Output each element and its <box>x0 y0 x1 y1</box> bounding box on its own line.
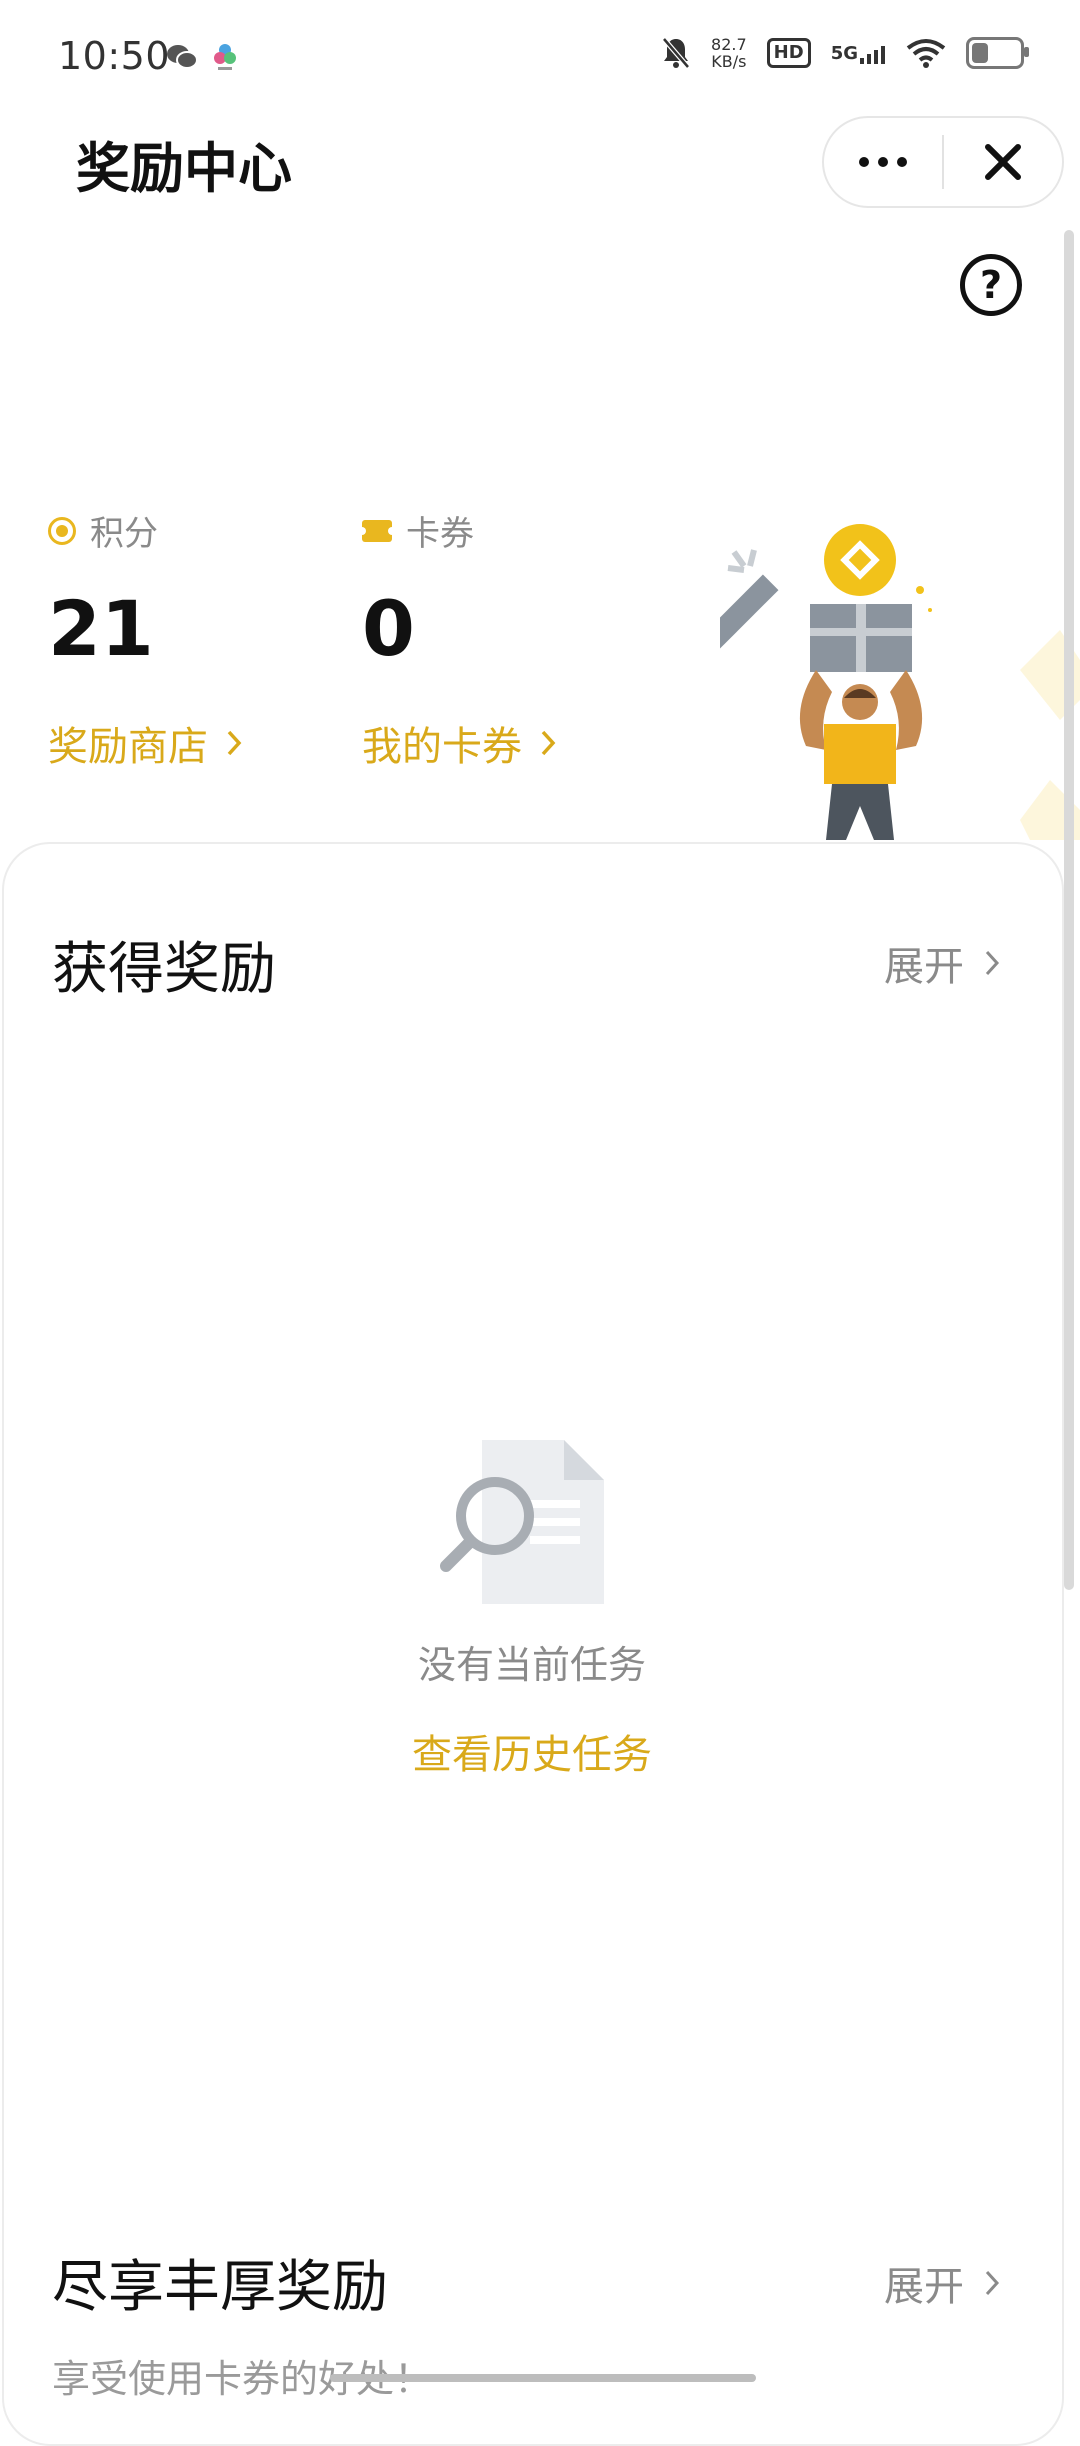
net-speed-unit: KB/s <box>711 52 747 71</box>
more-dots-icon <box>859 157 907 167</box>
empty-document-icon <box>440 1440 604 1604</box>
chevron-right-icon <box>541 730 556 756</box>
scrollbar[interactable] <box>1064 230 1074 1590</box>
chevron-right-icon <box>227 730 242 756</box>
close-icon <box>985 144 1021 180</box>
points-label-text: 积分 <box>90 514 158 554</box>
net-speed-value: 82.7 <box>711 35 747 54</box>
reward-shop-link[interactable]: 奖励商店 <box>48 714 242 772</box>
rewards-expand-label: 展开 <box>884 944 964 990</box>
question-mark-icon: ? <box>979 263 1003 307</box>
wifi-icon <box>906 39 946 68</box>
coupons-label-text: 卡券 <box>406 514 474 554</box>
my-coupons-label: 我的卡券 <box>362 724 522 770</box>
ticket-icon <box>358 519 396 542</box>
rewards-expand-button[interactable]: 展开 <box>884 934 1000 992</box>
home-indicator[interactable] <box>330 2374 756 2382</box>
net-speed: 82.7 KB/s <box>711 36 747 70</box>
network-type: 5G <box>830 42 858 64</box>
mute-bell-icon <box>662 37 690 69</box>
hd-badge: HD <box>766 38 811 68</box>
mini-program-capsule <box>822 116 1064 208</box>
rewards-section-title: 获得奖励 <box>52 937 276 1002</box>
status-time: 10:50 <box>58 34 171 78</box>
close-button[interactable] <box>944 118 1062 206</box>
enjoy-section-title: 尽享丰厚奖励 <box>52 2255 388 2320</box>
wechat-icon <box>167 45 198 69</box>
enjoy-expand-button[interactable]: 展开 <box>884 2254 1000 2312</box>
battery-fill <box>972 43 988 63</box>
coin-icon <box>48 516 76 545</box>
points-value: 21 <box>48 584 154 673</box>
reward-shop-label: 奖励商店 <box>48 724 208 770</box>
history-tasks-link[interactable]: 查看历史任务 <box>0 1722 1064 1780</box>
battery-icon <box>966 37 1029 69</box>
signal-bars-icon <box>860 45 885 64</box>
my-coupons-link[interactable]: 我的卡券 <box>362 714 556 772</box>
status-right-icons: 82.7 KB/s HD 5G <box>661 36 1029 70</box>
points-label: 积分 <box>48 506 158 555</box>
help-button[interactable]: ? <box>960 254 1022 316</box>
reward-illustration <box>720 524 1080 840</box>
empty-state-text: 没有当前任务 <box>417 1643 646 1687</box>
more-button[interactable] <box>824 118 942 206</box>
app-notification-icon <box>214 44 236 70</box>
page-title: 奖励中心 <box>76 137 292 200</box>
status-notification-icons <box>166 42 238 72</box>
enjoy-expand-label: 展开 <box>884 2264 964 2310</box>
signal-5g: 5G <box>831 43 886 64</box>
chevron-right-icon <box>985 2270 1000 2296</box>
coupons-label: 卡券 <box>358 506 474 555</box>
chevron-right-icon <box>985 950 1000 976</box>
coupons-value: 0 <box>362 584 415 673</box>
